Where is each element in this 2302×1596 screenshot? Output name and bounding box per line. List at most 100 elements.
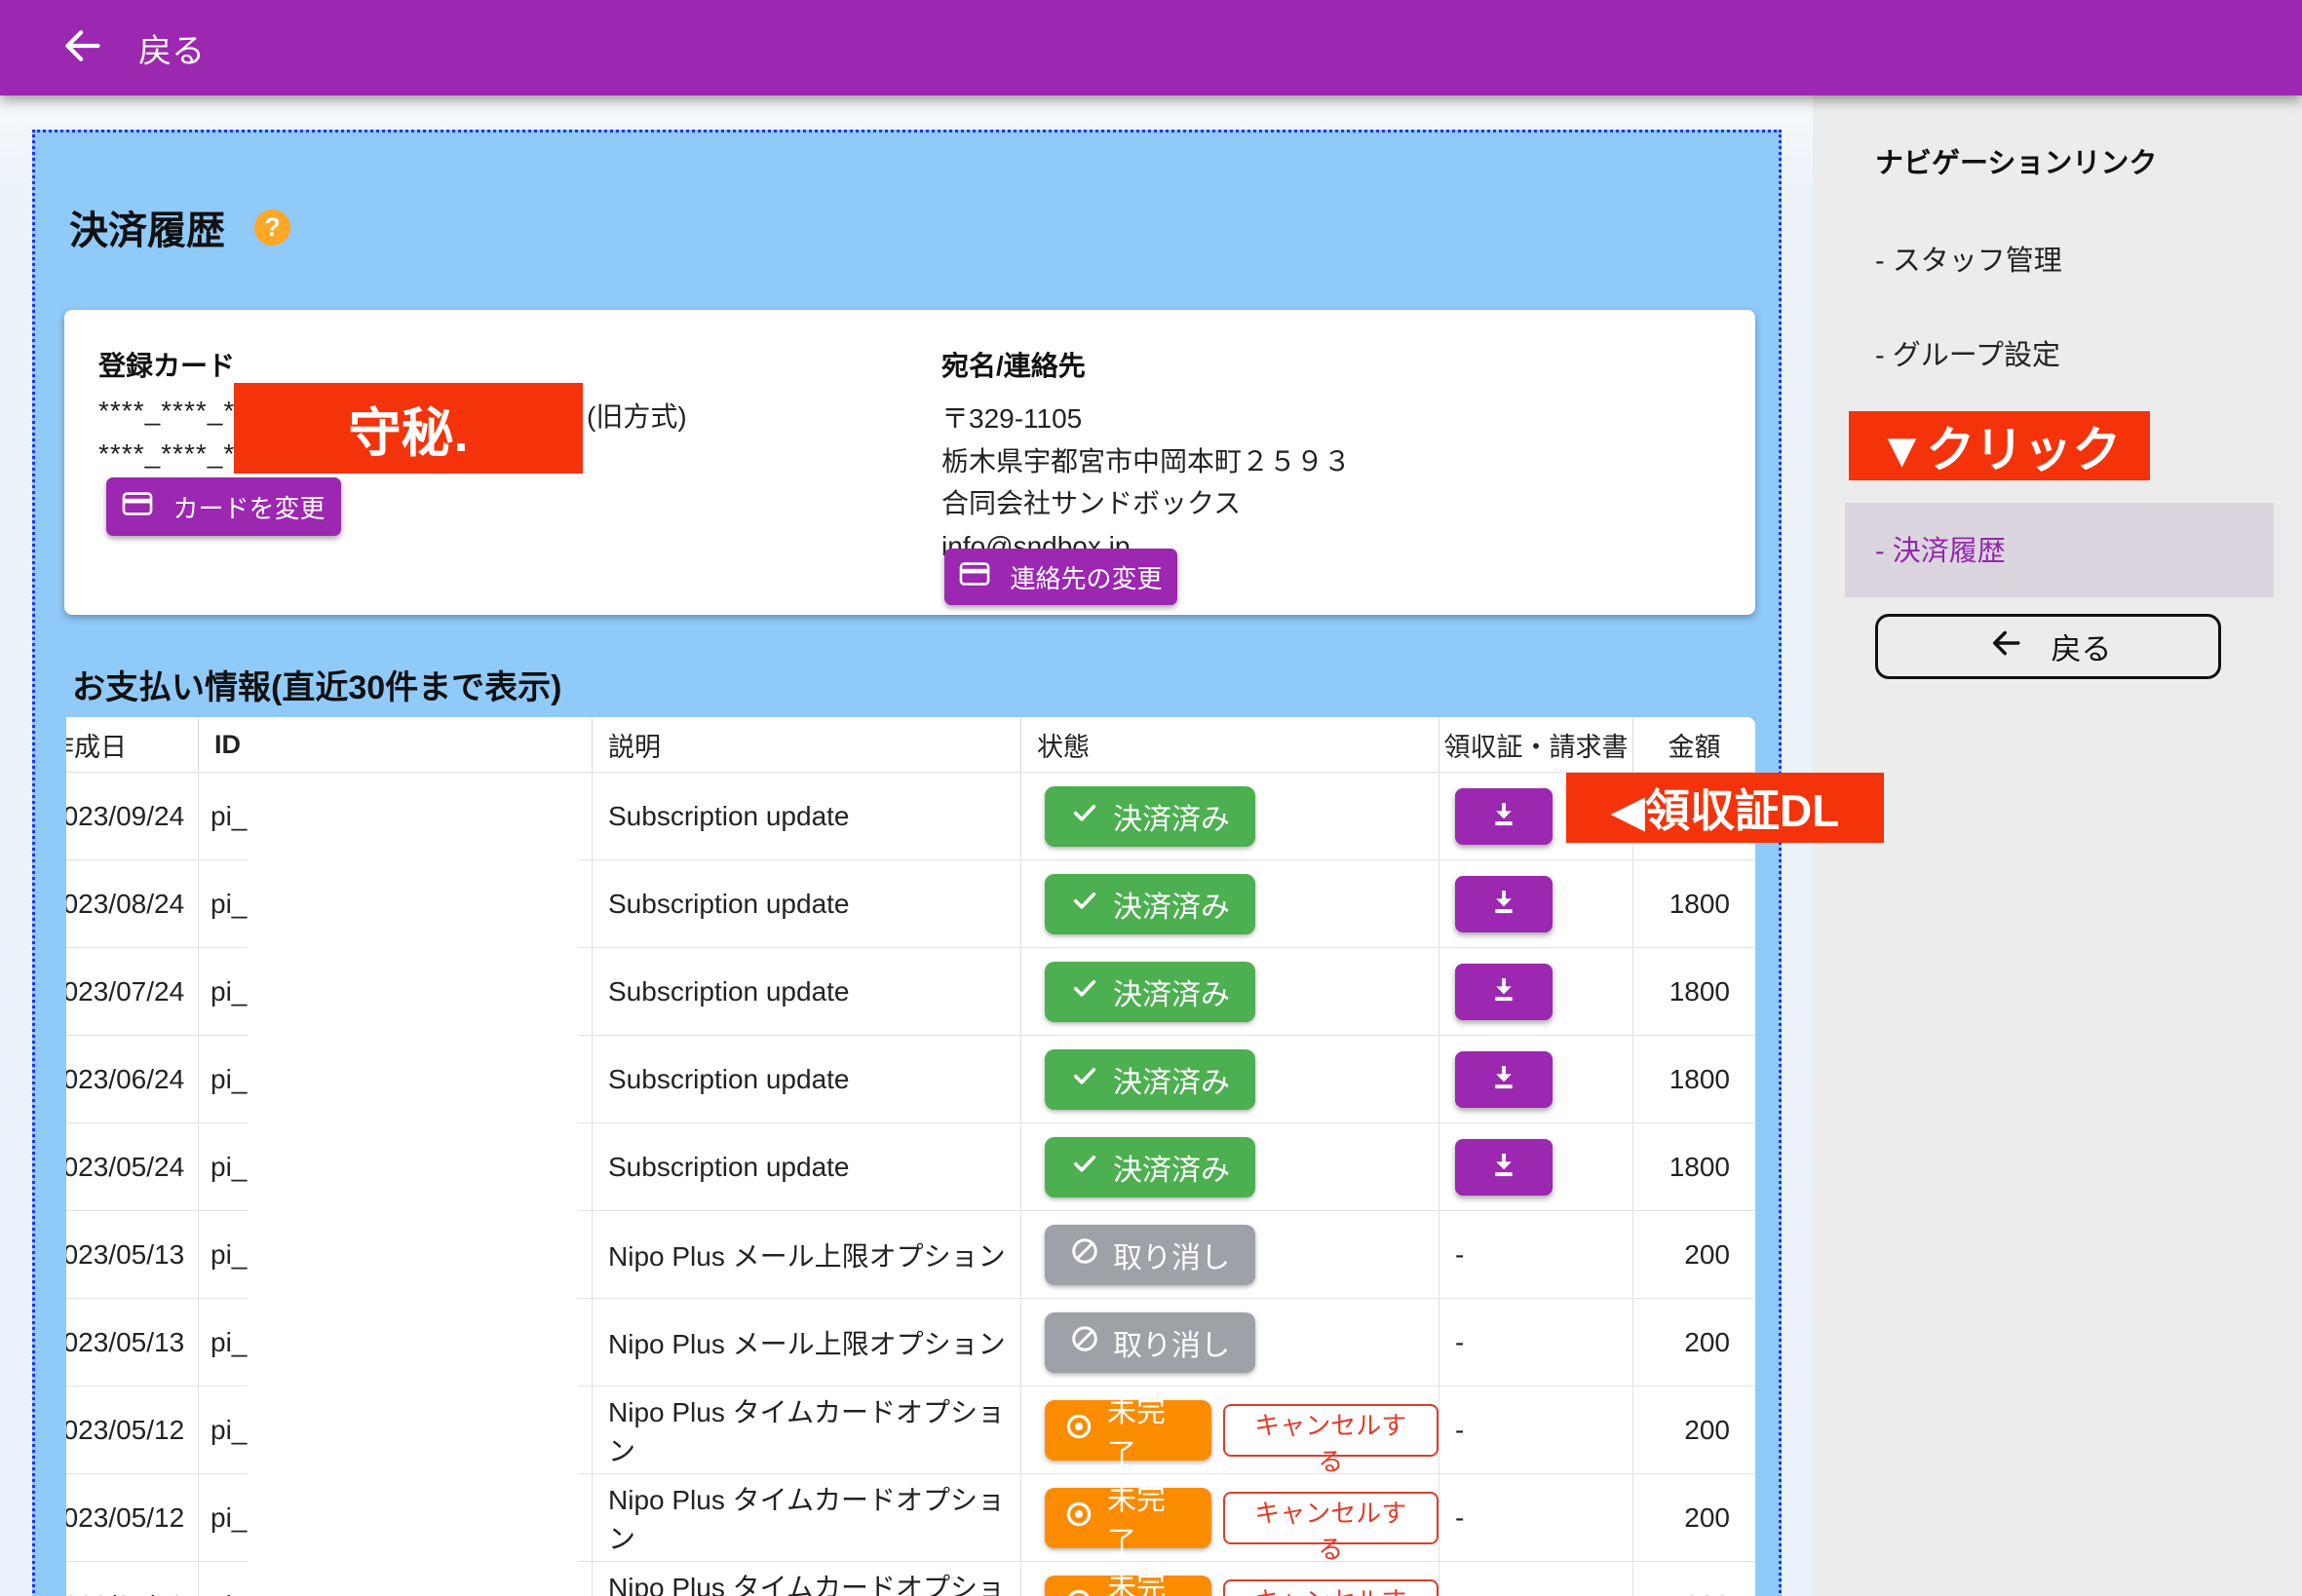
cell-description: Subscription update bbox=[592, 773, 1020, 859]
check-icon bbox=[1070, 973, 1099, 1010]
help-icon[interactable]: ? bbox=[254, 209, 290, 246]
panel-title-row: 決済履歴 ? bbox=[69, 199, 290, 255]
status-badge-incomplete: 未完了 bbox=[1045, 1576, 1211, 1596]
cell-receipt: - bbox=[1439, 1474, 1632, 1561]
cell-receipt bbox=[1439, 1036, 1632, 1122]
sidebar-back-label: 戻る bbox=[2052, 625, 2112, 668]
cell-description: Subscription update bbox=[592, 1123, 1020, 1210]
cell-created-date: 2023/05/13 bbox=[66, 1211, 198, 1298]
receipt-download-button[interactable] bbox=[1455, 964, 1553, 1020]
cell-created-date: 2023/05/13 bbox=[66, 1299, 198, 1386]
annotation-receipt-download: ◀領収証DL bbox=[1566, 773, 1884, 843]
cell-receipt: - bbox=[1439, 1299, 1632, 1386]
cell-created-date: 2023/05/24 bbox=[66, 1123, 198, 1210]
payment-history-panel: 決済履歴 ? 登録カード ****_****_**** (旧方式) ****_*… bbox=[32, 130, 1782, 1596]
cell-status: 決済済み bbox=[1020, 860, 1439, 947]
radio-checked-icon bbox=[1064, 1412, 1093, 1449]
column-header: ID bbox=[198, 717, 592, 772]
status-badge-paid: 決済済み bbox=[1045, 786, 1255, 847]
cell-description: Nipo Plus タイムカードオプション bbox=[592, 1387, 1020, 1473]
sidebar-item[interactable]: - グループ設定 bbox=[1875, 332, 2060, 373]
cell-status: 未完了キャンセルする bbox=[1020, 1387, 1439, 1473]
download-icon bbox=[1486, 797, 1521, 835]
column-header: 作成日 bbox=[66, 717, 198, 772]
cell-amount: 200 bbox=[1632, 1299, 1755, 1386]
check-icon bbox=[1070, 886, 1099, 923]
cell-status: 決済済み bbox=[1020, 948, 1439, 1035]
sidebar-back-button[interactable]: 戻る bbox=[1875, 614, 2221, 679]
navigation-sidebar: ナビゲーションリンク - スタッフ管理 - グループ設定 - 決済履歴 戻る bbox=[1813, 95, 2302, 1596]
receipt-download-button[interactable] bbox=[1455, 788, 1553, 845]
check-icon bbox=[1070, 798, 1099, 835]
cell-created-date: 2023/08/24 bbox=[66, 860, 198, 947]
cell-description: Nipo Plus メール上限オプション bbox=[592, 1211, 1020, 1298]
address-line: 栃木県宇都宮市中岡本町２５９３ bbox=[941, 440, 1351, 483]
cancel-payment-button[interactable]: キャンセルする bbox=[1223, 1492, 1439, 1544]
cell-amount: 200 bbox=[1632, 1211, 1755, 1298]
status-badge-canceled: 取り消し bbox=[1045, 1312, 1255, 1373]
cell-receipt bbox=[1439, 1123, 1632, 1210]
cell-amount: 1800 bbox=[1632, 860, 1755, 947]
cell-receipt: - bbox=[1439, 1387, 1632, 1473]
download-icon bbox=[1486, 885, 1521, 923]
cell-receipt bbox=[1439, 948, 1632, 1035]
cell-created-date: 2023/09/24 bbox=[66, 773, 198, 859]
cell-status: 取り消し bbox=[1020, 1299, 1439, 1386]
status-badge-paid: 決済済み bbox=[1045, 874, 1255, 934]
receipt-placeholder: - bbox=[1455, 1590, 1464, 1596]
status-badge-incomplete: 未完了 bbox=[1045, 1488, 1211, 1548]
postal-code: 〒329-1105 bbox=[941, 398, 1351, 440]
cell-description: Subscription update bbox=[592, 860, 1020, 947]
table-header-row: 作成日ID説明状態領収証・請求書金額 bbox=[66, 717, 1755, 772]
cell-created-date: 2023/07/24 bbox=[66, 948, 198, 1035]
topbar-back-label[interactable]: 戻る bbox=[138, 24, 205, 72]
cell-status: 取り消し bbox=[1020, 1211, 1439, 1298]
back-arrow-icon[interactable] bbox=[57, 24, 107, 72]
company-name: 合同会社サンドボックス bbox=[941, 482, 1351, 525]
id-redaction-overlay bbox=[248, 773, 578, 1596]
cell-amount: 1800 bbox=[1632, 1036, 1755, 1122]
cell-created-date: 2023/06/24 bbox=[66, 1036, 198, 1122]
cell-created-date: 2023/05/12 bbox=[66, 1562, 198, 1596]
column-header: 領収証・請求書 bbox=[1439, 717, 1632, 772]
sidebar-item-payment-history[interactable]: - 決済履歴 bbox=[1845, 503, 2274, 597]
cell-description: Nipo Plus タイムカードオプション bbox=[592, 1474, 1020, 1561]
cell-created-date: 2023/05/12 bbox=[66, 1387, 198, 1473]
cell-amount: 200 bbox=[1632, 1474, 1755, 1561]
cell-status: 未完了キャンセルする bbox=[1020, 1562, 1439, 1596]
receipt-download-button[interactable] bbox=[1455, 876, 1553, 932]
check-icon bbox=[1070, 1149, 1099, 1186]
credit-card-icon bbox=[959, 561, 990, 593]
change-card-label: カードを変更 bbox=[173, 489, 325, 525]
top-app-bar: 戻る bbox=[0, 0, 2302, 95]
change-card-button[interactable]: カードを変更 bbox=[106, 477, 341, 536]
topbar-back-button[interactable]: 戻る bbox=[57, 24, 205, 72]
annotation-click-here: ▼クリック bbox=[1849, 411, 2150, 480]
sidebar-item[interactable]: - スタッフ管理 bbox=[1875, 238, 2062, 279]
cell-status: 決済済み bbox=[1020, 1036, 1439, 1122]
sidebar-heading: ナビゲーションリンク bbox=[1875, 140, 2157, 181]
cell-description: Nipo Plus タイムカードオプション bbox=[592, 1562, 1020, 1596]
cancel-payment-button[interactable]: キャンセルする bbox=[1223, 1404, 1439, 1457]
download-icon bbox=[1486, 1060, 1521, 1098]
download-icon bbox=[1486, 972, 1521, 1010]
column-header: 説明 bbox=[592, 717, 1020, 772]
change-contact-button[interactable]: 連絡先の変更 bbox=[944, 549, 1177, 605]
receipt-download-button[interactable] bbox=[1455, 1139, 1553, 1196]
cancel-payment-button[interactable]: キャンセルする bbox=[1223, 1579, 1439, 1596]
registered-card-title: 登録カード bbox=[98, 345, 235, 384]
status-badge-incomplete: 未完了 bbox=[1045, 1400, 1211, 1461]
cell-status: 決済済み bbox=[1020, 773, 1439, 859]
cell-receipt: - bbox=[1439, 1562, 1632, 1596]
cell-receipt bbox=[1439, 860, 1632, 947]
old-method-note: (旧方式) bbox=[587, 396, 687, 435]
receipt-placeholder: - bbox=[1455, 1502, 1464, 1534]
cell-description: Nipo Plus メール上限オプション bbox=[592, 1299, 1020, 1386]
change-contact-label: 連絡先の変更 bbox=[1010, 559, 1162, 595]
payments-heading: お支払い情報(直近30件まで表示) bbox=[72, 661, 561, 708]
check-icon bbox=[1070, 1061, 1099, 1098]
cell-created-date: 2023/05/12 bbox=[66, 1474, 198, 1561]
cell-amount: 200 bbox=[1632, 1387, 1755, 1473]
annotation-redaction: 守秘. bbox=[234, 383, 583, 474]
receipt-download-button[interactable] bbox=[1455, 1051, 1553, 1108]
